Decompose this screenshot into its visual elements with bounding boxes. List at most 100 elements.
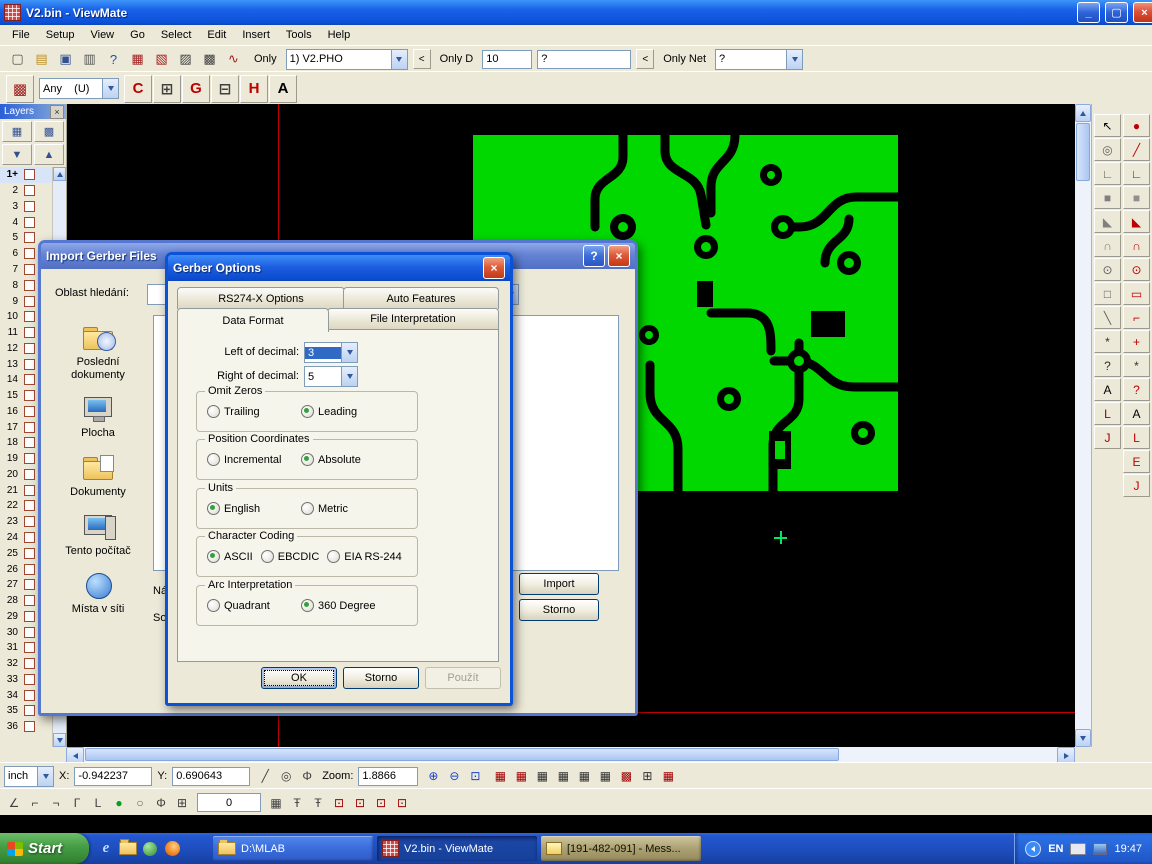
text-a-icon[interactable]: A (1094, 378, 1121, 401)
ruler-corner-icon[interactable]: ∠ (4, 794, 24, 812)
tab-data-format[interactable]: Data Format (177, 308, 329, 332)
layer-checkbox[interactable] (24, 642, 35, 653)
any-select[interactable]: Any (U) (39, 78, 119, 99)
layer-checkbox[interactable] (24, 516, 35, 527)
layer-checkbox[interactable] (24, 264, 35, 275)
layers-panel-titlebar[interactable]: Layers × (0, 104, 66, 119)
ok-button[interactable]: OK (261, 667, 337, 689)
radio-ascii[interactable]: ASCII (207, 550, 253, 563)
layer-row-2[interactable]: 2 (0, 183, 52, 199)
grid-style-icon[interactable]: ▦ (266, 794, 286, 812)
scrollbar-thumb[interactable] (85, 748, 839, 761)
draw-triangle-icon[interactable]: ◣ (1123, 210, 1150, 233)
close-button[interactable]: × (1133, 2, 1152, 23)
layer-checkbox[interactable] (24, 359, 35, 370)
export-table-icon[interactable]: ▦ (658, 767, 678, 785)
only-d-label[interactable]: Only D (436, 51, 478, 67)
radio-trailing[interactable]: Trailing (207, 405, 293, 418)
radio-leading[interactable]: Leading (301, 405, 357, 418)
task-d-mlab[interactable]: D:\MLAB (213, 836, 373, 861)
pad-view-icon[interactable]: ▦ (126, 48, 149, 70)
task-v2-bin-viewmate[interactable]: V2.bin - ViewMate (377, 836, 537, 861)
draw-elbow-icon[interactable]: ⌐ (1123, 306, 1150, 329)
layer-checkbox[interactable] (24, 532, 35, 543)
layers-table-icon[interactable]: ▦ (574, 767, 594, 785)
layer-checkbox[interactable] (24, 343, 35, 354)
aperture-table-icon[interactable]: ▦ (490, 767, 510, 785)
menu-go[interactable]: Go (122, 27, 153, 43)
net-view-icon[interactable]: ▩ (198, 48, 221, 70)
layer-grid-icon[interactable]: ▩ (6, 75, 34, 103)
draw-corner-icon[interactable]: ∟ (1123, 162, 1150, 185)
dropdown-arrow-icon[interactable] (391, 50, 407, 69)
only-net-label[interactable]: Only Net (659, 51, 710, 67)
text-j-icon[interactable]: J (1094, 426, 1121, 449)
dcode-view-icon[interactable]: ▨ (174, 48, 197, 70)
file-select[interactable]: 1) V2.PHO (286, 49, 408, 70)
flash-point-icon[interactable]: ● (1123, 114, 1150, 137)
merge-table-icon[interactable]: ⊞ (637, 767, 657, 785)
keyboard-tray-icon[interactable] (1070, 843, 1086, 855)
place-network[interactable]: Místa v síti (52, 570, 144, 616)
radio-ebcdic[interactable]: EBCDIC (261, 550, 320, 563)
layer-checkbox[interactable] (24, 390, 35, 401)
folder-quicklaunch-icon[interactable] (119, 840, 137, 858)
layer-checkbox[interactable] (24, 485, 35, 496)
layer-checkbox[interactable] (24, 721, 35, 732)
radio-eia-rs-244[interactable]: EIA RS-244 (327, 550, 401, 563)
vertical-scrollbar[interactable] (1075, 104, 1091, 747)
layer-colors-icon[interactable]: ▩ (34, 121, 64, 142)
place-desktop[interactable]: Plocha (52, 394, 144, 440)
zoom-input[interactable]: 1.8866 (358, 767, 418, 786)
select-cursor-icon[interactable]: ↖ (1094, 114, 1121, 137)
draw-rect-icon[interactable]: ▭ (1123, 282, 1150, 305)
y-coordinate-input[interactable]: 0.690643 (172, 767, 250, 786)
origin-anchor-icon[interactable]: Φ (297, 767, 317, 785)
import-button[interactable]: Import (519, 573, 599, 595)
corner-select-icon[interactable]: ∟ (1094, 162, 1121, 185)
firefox-icon[interactable] (163, 840, 181, 858)
language-indicator[interactable]: EN (1048, 843, 1063, 855)
restore-button[interactable]: ▢ (1105, 2, 1128, 23)
settings-star-icon[interactable]: * (1123, 354, 1150, 377)
import-cancel-button[interactable]: Storno (519, 599, 599, 621)
layer-checkbox[interactable] (24, 169, 35, 180)
layer-checkbox[interactable] (24, 185, 35, 196)
zoom-window-icon[interactable]: ⊡ (465, 767, 485, 785)
print-icon[interactable]: ▥ (78, 48, 101, 70)
start-button[interactable]: Start (0, 833, 89, 864)
rect-select-icon[interactable]: □ (1094, 282, 1121, 305)
save-file-icon[interactable]: ▣ (54, 48, 77, 70)
gerber-close-button[interactable]: × (483, 257, 505, 279)
place-my-computer[interactable]: Tento počítač (52, 512, 144, 558)
letter-a-icon[interactable]: A (1123, 402, 1150, 425)
menu-file[interactable]: File (4, 27, 38, 43)
circle-select-icon[interactable]: ⊙ (1094, 258, 1121, 281)
tab-rs274x-options[interactable]: RS274-X Options (177, 287, 345, 309)
pad-flash-2-icon[interactable]: ⊡ (350, 794, 370, 812)
radio-incremental[interactable]: Incremental (207, 453, 293, 466)
step-up-icon[interactable]: Γ (67, 794, 87, 812)
draw-fill-icon[interactable]: ■ (1123, 186, 1150, 209)
only-file-label[interactable]: Only (250, 51, 281, 67)
diagonal-measure-icon[interactable]: ╱ (255, 767, 275, 785)
step-left-icon[interactable]: ⌐ (25, 794, 45, 812)
layers-close-icon[interactable]: × (50, 105, 64, 119)
draw-line-icon[interactable]: ╱ (1123, 138, 1150, 161)
text-l-icon[interactable]: L (1094, 402, 1121, 425)
layer-checkbox[interactable] (24, 674, 35, 685)
scrollbar-thumb[interactable] (1076, 123, 1090, 181)
tool-table-icon[interactable]: ▦ (511, 767, 531, 785)
draw-cross-icon[interactable]: + (1123, 330, 1150, 353)
letter-e-icon[interactable]: E (1123, 450, 1150, 473)
prev-file-button[interactable]: < (413, 49, 431, 69)
menu-help[interactable]: Help (320, 27, 359, 43)
network-tray-icon[interactable] (1093, 843, 1107, 855)
left-of-decimal-select[interactable]: 3 (304, 342, 358, 363)
draw-query-icon[interactable]: ? (1123, 378, 1150, 401)
draw-circle-icon[interactable]: ⊙ (1123, 258, 1150, 281)
trace-view-icon[interactable]: ▧ (150, 48, 173, 70)
radio-metric[interactable]: Metric (301, 502, 348, 515)
probe-icon[interactable]: Φ (151, 794, 171, 812)
triangle-select-icon[interactable]: ◣ (1094, 210, 1121, 233)
